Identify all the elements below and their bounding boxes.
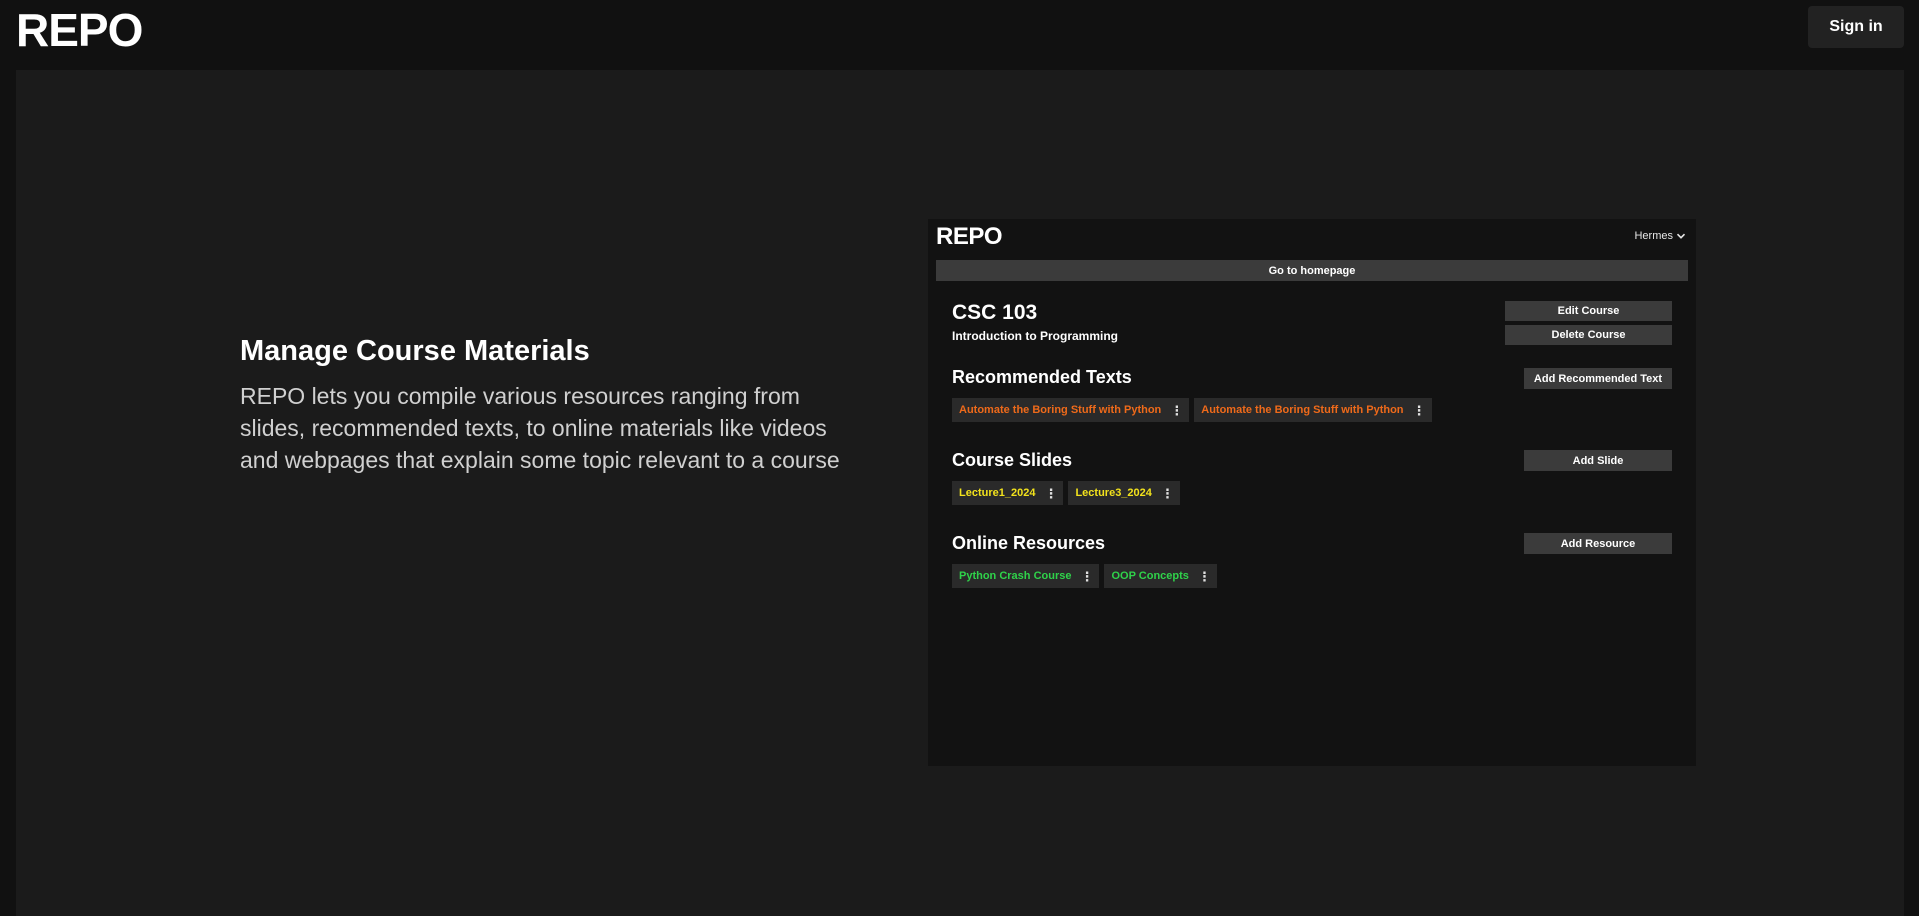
preview-course-code: CSC 103 <box>952 301 1038 324</box>
preview-section-texts-title: Recommended Texts <box>952 367 1132 387</box>
preview-texts-list: Automate the Boring Stuff with Python ⋮ … <box>952 398 1432 422</box>
preview-edit-course-button: Edit Course <box>1505 301 1672 321</box>
preview-slide-chip: Lecture1_2024 ⋮ <box>952 481 1064 505</box>
preview-go-home-button: Go to homepage <box>936 260 1688 281</box>
preview-user-name: Hermes <box>1634 230 1673 242</box>
top-bar: REPO Sign in <box>0 0 1919 70</box>
preview-add-resource-button: Add Resource <box>1524 533 1672 554</box>
preview-slides-list: Lecture1_2024 ⋮ Lecture3_2024 ⋮ <box>952 481 1180 505</box>
preview-resource-chip: Python Crash Course ⋮ <box>952 564 1100 588</box>
preview-resources-list: Python Crash Course ⋮ OOP Concepts ⋮ <box>952 564 1217 588</box>
brand-logo[interactable]: REPO <box>16 6 143 54</box>
preview-resource-chip: OOP Concepts ⋮ <box>1104 564 1217 588</box>
preview-text-chip: Automate the Boring Stuff with Python ⋮ <box>1194 398 1432 422</box>
preview-section-slides-title: Course Slides <box>952 450 1073 470</box>
preview-resource-chip-label: OOP Concepts <box>1111 570 1189 582</box>
chevron-down-icon <box>1676 233 1686 239</box>
feature-description: REPO lets you compile various resources … <box>240 383 840 473</box>
feature-title: Manage Course Materials <box>240 335 590 367</box>
preview-course-name: Introduction to Programming <box>952 329 1118 343</box>
more-vertical-icon: ⋮ <box>1170 402 1184 418</box>
more-vertical-icon: ⋮ <box>1080 568 1094 584</box>
preview-slide-chip-label: Lecture1_2024 <box>959 487 1036 499</box>
more-vertical-icon: ⋮ <box>1197 568 1211 584</box>
more-vertical-icon: ⋮ <box>1044 485 1058 501</box>
preview-brand-logo: REPO <box>936 223 1003 250</box>
more-vertical-icon: ⋮ <box>1412 402 1426 418</box>
preview-text-chip-label: Automate the Boring Stuff with Python <box>959 404 1162 416</box>
preview-text-chip-label: Automate the Boring Stuff with Python <box>1201 404 1404 416</box>
preview-slide-chip: Lecture3_2024 ⋮ <box>1068 481 1180 505</box>
preview-add-slide-button: Add Slide <box>1524 450 1672 471</box>
preview-resource-chip-label: Python Crash Course <box>959 570 1072 582</box>
preview-section-resources-title: Online Resources <box>952 533 1106 553</box>
preview-add-text-button: Add Recommended Text <box>1524 368 1672 389</box>
preview-delete-course-button: Delete Course <box>1505 325 1672 345</box>
sign-in-button[interactable]: Sign in <box>1808 6 1904 48</box>
app-preview: REPO Hermes Go to homepage CSC 103 Intro… <box>928 219 1696 766</box>
preview-slide-chip-label: Lecture3_2024 <box>1075 487 1152 499</box>
preview-user-menu: Hermes <box>1634 230 1686 242</box>
preview-text-chip: Automate the Boring Stuff with Python ⋮ <box>952 398 1190 422</box>
more-vertical-icon: ⋮ <box>1160 485 1174 501</box>
